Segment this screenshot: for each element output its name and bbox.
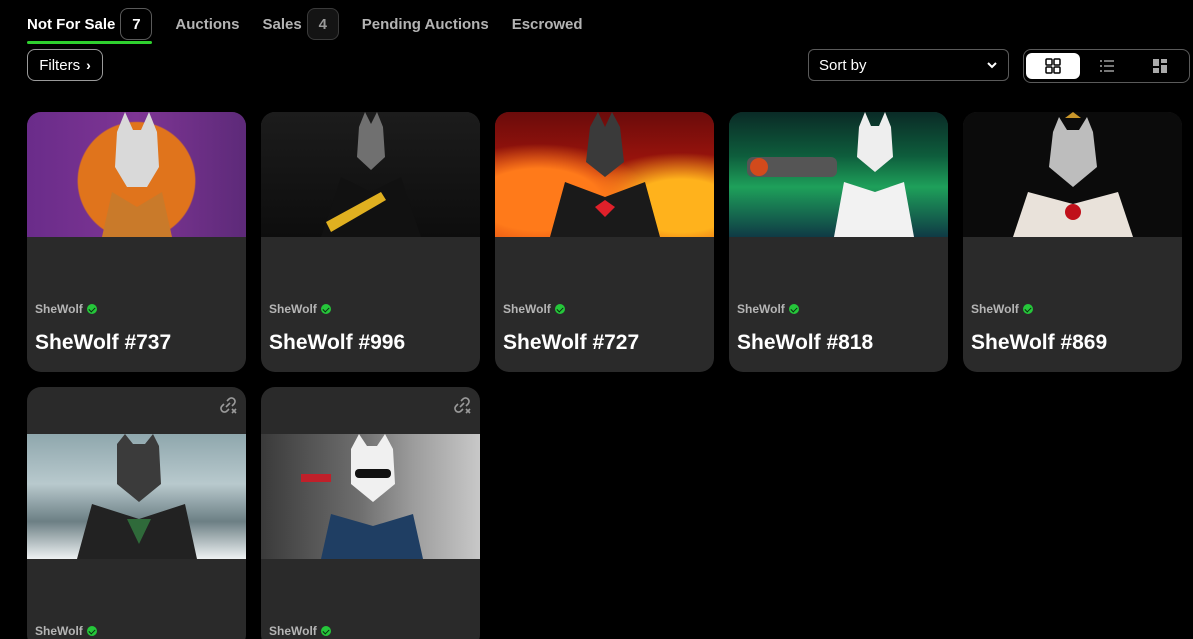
collection-name: SheWolf <box>269 624 331 638</box>
tab-auctions[interactable]: Auctions <box>175 6 239 42</box>
verified-icon <box>554 304 565 314</box>
nft-title: SheWolf #869 <box>971 331 1108 354</box>
nft-title: SheWolf #727 <box>503 331 640 354</box>
collection-name: SheWolf <box>971 302 1033 316</box>
nft-title: SheWolf #818 <box>737 331 874 354</box>
sort-label: Sort by <box>819 56 867 74</box>
nft-image <box>963 112 1182 237</box>
sort-select[interactable]: Sort by <box>808 49 1009 81</box>
verified-icon <box>788 304 799 314</box>
view-mode-toggle <box>1023 49 1190 83</box>
tab-bar: Not For Sale 7 Auctions Sales 4 Pending … <box>27 6 606 44</box>
nft-image <box>27 112 246 237</box>
nft-card[interactable]: SheWolf <box>27 387 246 639</box>
nft-card[interactable]: SheWolf SheWolf #818 <box>729 112 948 372</box>
nft-card[interactable]: SheWolf SheWolf #996 <box>261 112 480 372</box>
nft-image <box>27 434 246 559</box>
nft-image <box>495 112 714 237</box>
nft-image <box>261 434 480 559</box>
collection-name: SheWolf <box>737 302 799 316</box>
tab-label: Auctions <box>175 15 240 33</box>
collection-name: SheWolf <box>35 624 97 638</box>
tab-not-for-sale[interactable]: Not For Sale 7 <box>27 6 153 44</box>
tab-pending-auctions[interactable]: Pending Auctions <box>362 6 489 42</box>
view-list-button[interactable] <box>1080 53 1134 79</box>
verified-icon <box>86 626 97 636</box>
tab-label: Not For Sale <box>27 15 116 33</box>
masonry-icon <box>1153 59 1168 73</box>
list-icon <box>1099 60 1114 72</box>
nft-image <box>729 112 948 237</box>
nft-card[interactable]: SheWolf SheWolf #869 <box>963 112 1182 372</box>
view-grid-button[interactable] <box>1026 53 1080 79</box>
nft-title: SheWolf #737 <box>35 331 172 354</box>
verified-icon <box>320 626 331 636</box>
collection-name: SheWolf <box>503 302 565 316</box>
unlink-icon[interactable] <box>218 395 238 415</box>
collection-name: SheWolf <box>35 302 97 316</box>
nft-card[interactable]: SheWolf SheWolf #727 <box>495 112 714 372</box>
verified-icon <box>1022 304 1033 314</box>
tab-escrowed[interactable]: Escrowed <box>512 6 583 42</box>
tab-sales[interactable]: Sales 4 <box>263 6 339 42</box>
nft-card[interactable]: SheWolf <box>261 387 480 639</box>
count-badge: 4 <box>306 8 339 40</box>
chevron-right-icon: › <box>86 57 91 73</box>
tab-label: Sales <box>262 15 302 33</box>
grid-icon <box>1045 58 1061 74</box>
tab-label: Escrowed <box>511 15 583 33</box>
nft-title: SheWolf #996 <box>269 331 406 354</box>
tab-label: Pending Auctions <box>361 15 489 33</box>
view-masonry-button[interactable] <box>1133 53 1187 79</box>
nft-card[interactable]: SheWolf SheWolf #737 <box>27 112 246 372</box>
filters-label: Filters <box>39 56 81 74</box>
filters-button[interactable]: Filters › <box>27 49 103 81</box>
chevron-down-icon <box>987 62 997 69</box>
nft-image <box>261 112 480 237</box>
verified-icon <box>86 304 97 314</box>
verified-icon <box>320 304 331 314</box>
count-badge: 7 <box>120 8 153 40</box>
unlink-icon[interactable] <box>452 395 472 415</box>
collection-name: SheWolf <box>269 302 331 316</box>
